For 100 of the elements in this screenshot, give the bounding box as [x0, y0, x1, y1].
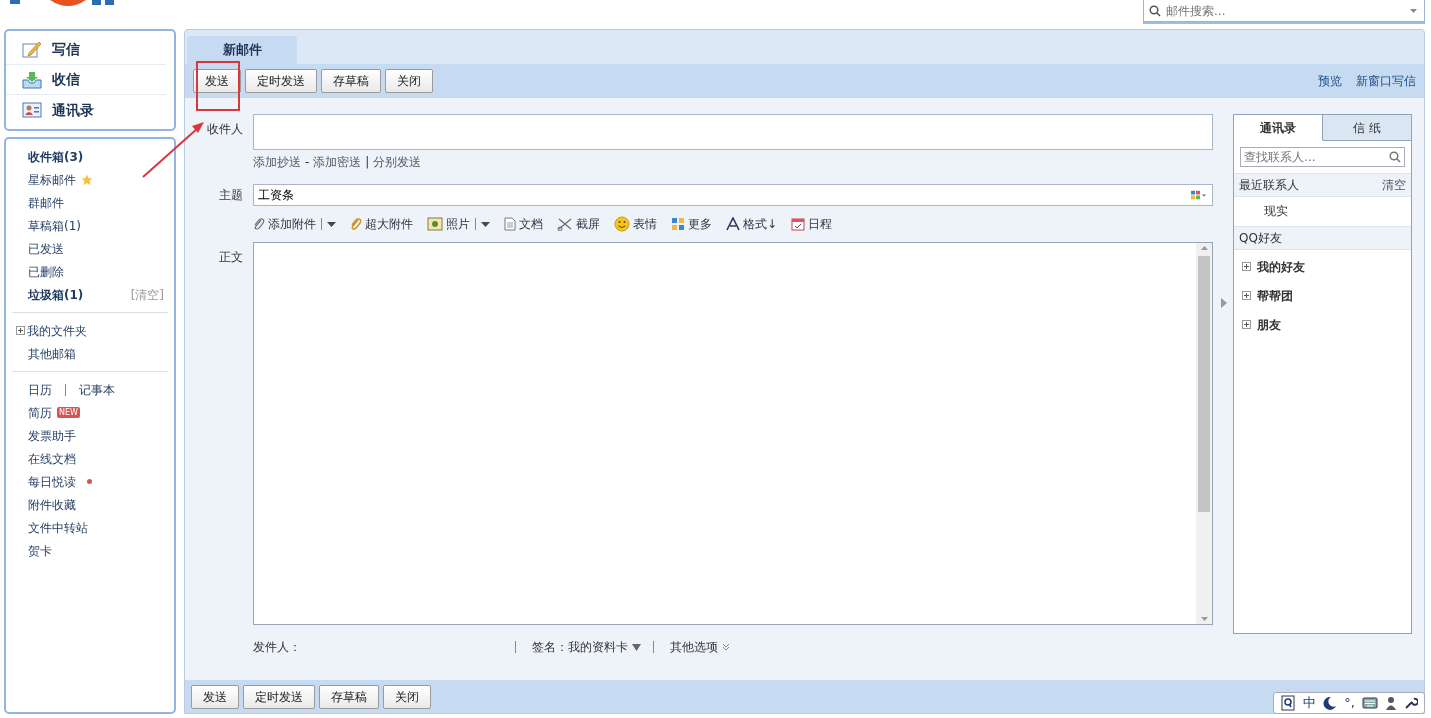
contact-group[interactable]: 朋友: [1257, 315, 1281, 334]
moon-icon[interactable]: [1323, 696, 1338, 710]
cc-link[interactable]: 添加抄送: [253, 153, 301, 171]
scroll-thumb[interactable]: [1198, 256, 1210, 512]
scissors-icon: [557, 217, 573, 231]
folder-link[interactable]: 已删除: [28, 262, 64, 281]
tool-link[interactable]: 截屏: [576, 215, 600, 233]
pencil-icon: [22, 40, 42, 59]
sidebar-link[interactable]: 收信: [52, 69, 80, 90]
expand-icon[interactable]: [1242, 291, 1251, 300]
contact-group[interactable]: 我的好友: [1257, 257, 1305, 276]
new-badge: NEW: [57, 407, 80, 418]
toolbar-button[interactable]: 定时发送: [243, 684, 315, 709]
field-label: 收件人: [206, 121, 243, 138]
search-icon[interactable]: [1389, 151, 1401, 163]
star-icon: [81, 173, 93, 186]
folder-link[interactable]: 在线文档: [28, 449, 76, 468]
tool-link[interactable]: 超大附件: [365, 215, 413, 233]
ime-button[interactable]: 中: [1303, 693, 1317, 713]
dropdown-caret-icon[interactable]: [632, 643, 641, 651]
tool-link[interactable]: 日程: [808, 215, 833, 233]
options-link[interactable]: 其他选项: [670, 638, 718, 656]
chevron-down-icon[interactable]: [722, 643, 730, 651]
tool-link[interactable]: 照片: [446, 215, 470, 233]
expand-icon[interactable]: [16, 326, 25, 335]
annotation-arrow: [140, 120, 206, 180]
search-field[interactable]: 邮件搜索...: [1143, 0, 1425, 22]
toolbar-button[interactable]: 关闭: [385, 69, 433, 93]
tool-link[interactable]: 添加附件: [268, 215, 316, 233]
scrollbar[interactable]: [1196, 243, 1212, 624]
smiley-icon: [614, 216, 630, 232]
grid-icon: [671, 217, 685, 231]
collapse-arrow-icon[interactable]: [1221, 298, 1227, 308]
keyboard-icon[interactable]: [1362, 697, 1378, 709]
cc-link[interactable]: 添加密送: [313, 153, 362, 171]
calendar-icon: [791, 217, 806, 231]
dropdown-caret-icon[interactable]: [481, 221, 490, 227]
photo-icon: [427, 217, 443, 231]
expand-icon[interactable]: [1242, 320, 1251, 329]
search-icon: [1149, 5, 1161, 17]
folder-link[interactable]: 日历: [28, 380, 52, 399]
folder-link[interactable]: 贺卡: [28, 541, 52, 560]
dropdown-caret-icon[interactable]: [327, 221, 336, 227]
sidebar-link[interactable]: 通讯录: [52, 99, 94, 121]
contact-item[interactable]: 现实: [1234, 197, 1411, 226]
section-title: 最近联系人: [1239, 177, 1299, 194]
tool-link[interactable]: 更多: [688, 215, 712, 233]
expand-icon[interactable]: [1242, 262, 1251, 271]
toolbar-button[interactable]: 定时发送: [245, 69, 317, 93]
folder-link[interactable]: 垃圾箱(1): [28, 285, 84, 304]
field-label: 主题: [218, 187, 243, 204]
contact-group[interactable]: 帮帮团: [1257, 286, 1293, 305]
section-title: QQ好友: [1239, 230, 1282, 247]
toolbar-button[interactable]: 发送: [193, 69, 241, 93]
subject-field[interactable]: 工资条: [253, 184, 1213, 206]
folder-link[interactable]: 已发送: [28, 239, 64, 258]
book-icon[interactable]: [1280, 695, 1297, 711]
toolbar-button[interactable]: 存草稿: [321, 69, 381, 93]
field-label: 正文: [218, 249, 243, 266]
paperclip-icon: [253, 217, 265, 231]
folder-link[interactable]: 我的文件夹: [27, 321, 87, 340]
tool-link[interactable]: 文档: [519, 215, 543, 233]
toolbar-link[interactable]: 预览: [1318, 72, 1342, 90]
person-icon[interactable]: [1385, 696, 1397, 710]
folder-link[interactable]: 其他邮箱: [28, 344, 76, 363]
font-icon: [726, 217, 740, 231]
cc-link[interactable]: 分别发送: [373, 153, 422, 171]
folder-link[interactable]: 简历: [28, 403, 52, 422]
sidebar-link[interactable]: 写信: [52, 39, 80, 60]
contacts-tab[interactable]: 信 纸: [1323, 115, 1411, 141]
sender-label: 发件人：: [253, 639, 302, 656]
wrench-icon[interactable]: [1404, 696, 1418, 710]
tool-link[interactable]: 格式↓: [743, 215, 778, 233]
folder-link[interactable]: 群邮件: [28, 193, 64, 212]
folder-link[interactable]: 附件收藏: [28, 495, 76, 514]
toolbar-button[interactable]: 关闭: [383, 684, 431, 709]
folder-link[interactable]: 收件箱(3): [28, 147, 84, 166]
contact-card-icon: [22, 102, 42, 118]
paperclip-icon: [350, 217, 362, 231]
folder-link[interactable]: 草稿箱(1): [28, 216, 81, 235]
folder-link[interactable]: 文件中转站: [28, 518, 88, 537]
separator-text: |: [365, 154, 370, 171]
toolbar-button[interactable]: 存草稿: [319, 684, 379, 709]
folder-link[interactable]: 发票助手: [28, 426, 76, 445]
separator-text: -: [305, 154, 310, 171]
document-icon: [504, 217, 516, 231]
layout-picker-icon[interactable]: [1191, 190, 1207, 200]
toolbar-button[interactable]: 发送: [191, 684, 239, 709]
folder-link[interactable]: 记事本: [79, 380, 115, 399]
highlight-box: [196, 61, 240, 111]
tool-link[interactable]: 表情: [633, 215, 657, 233]
signature-menu[interactable]: 签名：我的资料卡: [532, 638, 628, 656]
ime-button[interactable]: °,: [1344, 693, 1355, 713]
clear-link[interactable]: 清空: [1382, 176, 1406, 194]
folder-link[interactable]: 每日悦读: [28, 472, 76, 491]
compose-tab[interactable]: 新邮件: [187, 36, 297, 64]
folder-link[interactable]: 星标邮件: [28, 170, 76, 189]
toolbar-link[interactable]: 新窗口写信: [1356, 72, 1416, 90]
recipient-field[interactable]: [253, 114, 1213, 150]
contact-search-field[interactable]: 查找联系人...: [1240, 147, 1405, 167]
